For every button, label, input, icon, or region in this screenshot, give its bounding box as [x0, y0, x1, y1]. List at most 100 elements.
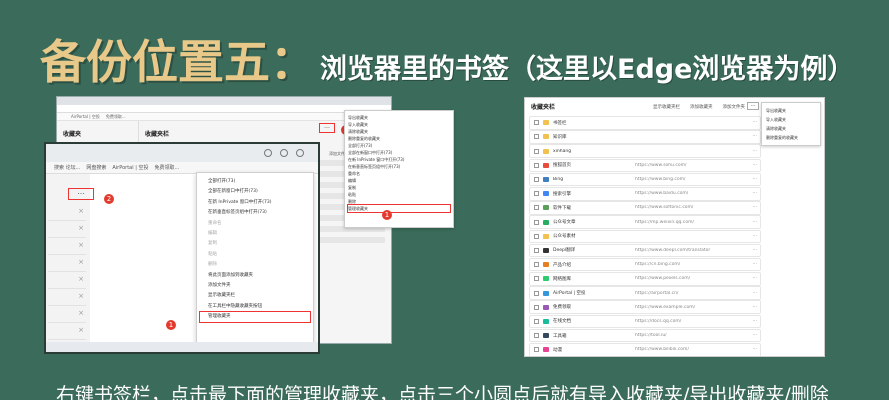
row-more-icon[interactable]: ⋯ — [753, 220, 758, 225]
row-checkbox[interactable] — [534, 219, 539, 225]
menu-item[interactable]: 重命名 — [348, 170, 450, 177]
row-checkbox[interactable] — [534, 162, 539, 168]
favorite-row[interactable]: AirPortal | 空投 https://airportal.cn/ ⋯ — [529, 286, 761, 300]
menu-remove-duplicates[interactable]: 删除重复的收藏夹 — [766, 133, 816, 142]
menu-open-tab-group[interactable]: 在新垂直标签页组中打开(73) — [200, 208, 310, 218]
menu-item[interactable]: 全部打开(73) — [348, 142, 450, 149]
bookmarks-context-menu: 全部打开(73) 全部在新窗口中打开(73) 在新 InPrivate 窗口中打… — [196, 172, 314, 348]
menu-item-manage[interactable]: 管理收藏夹 — [347, 204, 451, 213]
menu-edit[interactable]: 编辑 — [200, 229, 310, 239]
menu-item[interactable]: 粘贴 — [348, 191, 450, 198]
row-checkbox[interactable] — [534, 205, 539, 211]
row-name: 免费领取 — [553, 305, 571, 311]
favorite-row[interactable]: 免费领取 https://www.example.com/ ⋯ — [529, 300, 761, 315]
favorite-row[interactable]: xinhang ⋯ — [529, 144, 761, 158]
row-checkbox[interactable] — [534, 347, 539, 353]
row-checkbox[interactable] — [534, 148, 539, 154]
menu-open-all[interactable]: 全部打开(73) — [200, 177, 310, 187]
row-checkbox[interactable] — [534, 134, 539, 140]
show-bar-button[interactable]: 显示收藏夹栏 — [653, 104, 680, 110]
favorite-row[interactable]: 搜索引擎 https://www.baidu.com/ ⋯ — [529, 186, 761, 201]
menu-item[interactable]: 编辑 — [348, 177, 450, 184]
favorite-row[interactable]: 知识库 ⋯ — [529, 130, 761, 144]
row-checkbox[interactable] — [534, 318, 539, 324]
more-options-button[interactable]: … — [319, 123, 335, 133]
row-more-icon[interactable]: ⋯ — [753, 262, 758, 267]
menu-item[interactable]: 导出收藏夹 — [348, 114, 450, 121]
menu-item[interactable]: 在新垂直标签页组中打开(73) — [348, 163, 450, 170]
bookmark-item[interactable]: 搜索 论坛... — [54, 164, 80, 171]
menu-show-bar[interactable]: 显示收藏夹栏 — [200, 291, 310, 301]
row-more-icon[interactable]: ⋯ — [753, 149, 758, 154]
menu-item[interactable]: 复制 — [348, 184, 450, 191]
row-more-icon[interactable]: ⋯ — [753, 305, 758, 310]
row-checkbox[interactable] — [534, 333, 539, 339]
menu-item[interactable]: 导入收藏夹 — [348, 121, 450, 128]
add-favorite-button[interactable]: 添加收藏夹 — [690, 104, 713, 110]
menu-item[interactable]: 在新 InPrivate 窗口中打开(73) — [348, 156, 450, 163]
favorite-row[interactable]: 产品介绍 https://cn.bing.com/ ⋯ — [529, 257, 761, 272]
bookmark-item[interactable]: AirPortal | 空投 — [112, 164, 148, 171]
more-options-button[interactable]: … — [747, 102, 759, 110]
row-more-icon[interactable]: ⋯ — [753, 291, 758, 296]
menu-export[interactable]: 导出收藏夹 — [766, 106, 816, 115]
row-more-icon[interactable]: ⋯ — [753, 234, 758, 239]
row-more-icon[interactable]: ⋯ — [753, 205, 758, 210]
row-name: Deepl翻译 — [553, 248, 576, 254]
menu-open-new-window[interactable]: 全部在新窗口中打开(73) — [200, 187, 310, 197]
bookmark-item[interactable]: 免费领取... — [154, 164, 179, 171]
site-icon — [543, 247, 549, 253]
bookmark-item[interactable]: 网盘搜索 — [86, 164, 106, 171]
favorite-row[interactable]: 软件下载 https://www.softonic.com/ ⋯ — [529, 201, 761, 215]
row-checkbox[interactable] — [534, 262, 539, 268]
row-more-icon[interactable]: ⋯ — [753, 120, 758, 125]
row-more-icon[interactable]: ⋯ — [753, 347, 758, 352]
site-icon — [543, 219, 549, 225]
favorite-row[interactable]: 工具箱 https://tool.lu/ ⋯ — [529, 328, 761, 343]
row-checkbox[interactable] — [534, 191, 539, 197]
favorite-row[interactable]: 公众号文章 https://mp.weixin.qq.com/ ⋯ — [529, 215, 761, 229]
row-more-icon[interactable]: ⋯ — [753, 276, 758, 281]
row-url: https://www.deepl.com/translator — [635, 247, 711, 253]
favorite-row[interactable]: Deepl翻译 https://www.deepl.com/translator ⋯ — [529, 243, 761, 258]
menu-rename[interactable]: 重命名 — [200, 219, 310, 229]
menu-item[interactable]: 清除收藏夹 — [348, 128, 450, 135]
menu-delete[interactable]: 删除 — [200, 260, 310, 270]
favorite-row[interactable]: 动漫 https://www.bilibili.com/ ⋯ — [529, 343, 761, 356]
favorite-row[interactable]: 搜狐首页 https://www.sohu.com/ ⋯ — [529, 158, 761, 173]
favorite-row[interactable]: Bing https://www.bing.com/ ⋯ — [529, 172, 761, 187]
favorite-row[interactable]: 书签栏 ⋯ — [529, 116, 761, 130]
menu-import[interactable]: 导入收藏夹 — [766, 115, 816, 124]
row-more-icon[interactable]: ⋯ — [753, 248, 758, 253]
row-more-icon[interactable]: ⋯ — [753, 319, 758, 324]
menu-manage-favorites[interactable]: 管理收藏夹 — [199, 311, 311, 324]
menu-item[interactable]: 全部在新窗口中打开(73) — [348, 149, 450, 156]
row-more-icon[interactable]: ⋯ — [753, 333, 758, 338]
menu-item[interactable]: 删除 — [348, 198, 450, 205]
row-checkbox[interactable] — [534, 233, 539, 239]
menu-paste[interactable]: 粘贴 — [200, 250, 310, 260]
row-more-icon[interactable]: ⋯ — [753, 191, 758, 196]
menu-item[interactable]: 删除重复的收藏夹 — [348, 135, 450, 142]
menu-add-folder[interactable]: 添加文件夹 — [200, 281, 310, 291]
favorite-row[interactable]: 网络图库 https://www.pexels.com/ ⋯ — [529, 272, 761, 286]
add-folder-button[interactable]: 添加文件夹 — [723, 104, 746, 110]
row-checkbox[interactable] — [534, 247, 539, 253]
menu-clear[interactable]: 清除收藏夹 — [766, 124, 816, 133]
row-checkbox[interactable] — [534, 276, 539, 282]
row-checkbox[interactable] — [534, 304, 539, 310]
menu-add-page[interactable]: 将此页面添加到收藏夹 — [200, 271, 310, 281]
menu-open-inprivate[interactable]: 在新 InPrivate 窗口中打开(73) — [200, 198, 310, 208]
favorite-row[interactable]: 公众号素材 ⋯ — [529, 229, 761, 244]
row-checkbox[interactable] — [534, 177, 539, 183]
row-more-icon[interactable]: ⋯ — [753, 163, 758, 168]
menu-copy[interactable]: 复制 — [200, 239, 310, 249]
row-checkbox[interactable] — [534, 120, 539, 126]
row-more-icon[interactable]: ⋯ — [753, 177, 758, 182]
slide-title: 备份位置五： 浏览器里的书签（这里以Edge浏览器为例） — [40, 26, 854, 92]
more-options-button[interactable]: … — [68, 188, 94, 200]
menu-hide-button[interactable]: 在工具栏中隐藏收藏夹按钮 — [200, 302, 310, 312]
row-more-icon[interactable]: ⋯ — [753, 134, 758, 139]
favorite-row[interactable]: 在线文档 https://docs.qq.com/ ⋯ — [529, 314, 761, 329]
row-checkbox[interactable] — [534, 290, 539, 296]
